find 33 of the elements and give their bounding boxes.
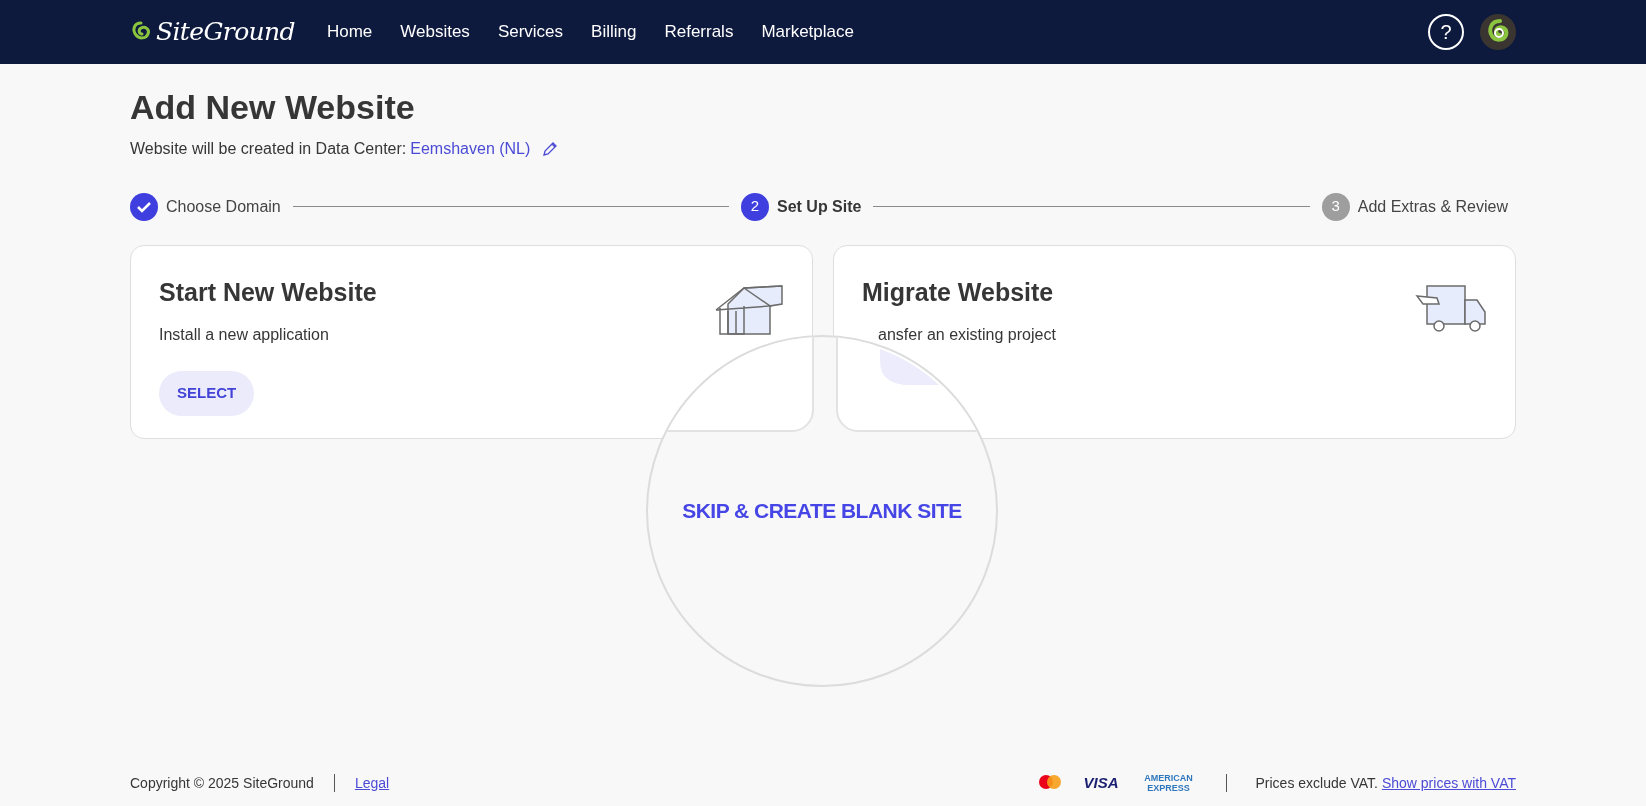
step-label: Choose Domain xyxy=(166,196,281,217)
card-description: ansfer an existing project xyxy=(878,325,1056,345)
mastercard-icon xyxy=(1037,774,1064,792)
nav-link[interactable]: Websites xyxy=(400,19,470,45)
step-label: Add Extras & Review xyxy=(1357,196,1508,217)
button-background xyxy=(880,349,939,385)
amex-logo: AMERICAN EXPRESS xyxy=(1143,773,1194,793)
nav-link[interactable]: Marketplace xyxy=(761,19,854,45)
visa-logo: VISA xyxy=(1083,772,1119,793)
help-button[interactable]: ? xyxy=(1428,14,1464,50)
select-button[interactable]: SELECT xyxy=(159,371,255,416)
avatar-icon[interactable] xyxy=(1480,14,1516,50)
data-center-label: Website will be created in Data Center: xyxy=(130,138,407,159)
copyright-text: Copyright © 2025 SiteGround xyxy=(130,773,314,793)
nav-link[interactable]: Billing xyxy=(591,19,637,45)
pencil-icon[interactable] xyxy=(542,140,559,157)
card-title: Start New Website xyxy=(159,276,377,308)
step-number: 3 xyxy=(1321,192,1350,221)
nav-link[interactable]: Services xyxy=(497,19,564,45)
house-icon xyxy=(714,283,784,336)
legal-link[interactable]: Legal xyxy=(354,772,390,794)
card-description: Install a new application xyxy=(159,325,330,345)
page-title: Add New Website xyxy=(130,87,416,128)
nav-link[interactable]: Referrals xyxy=(664,19,734,45)
skip-create-blank-site-link[interactable]: SKIP & CREATE BLANK SITE xyxy=(682,495,962,527)
show-vat-link[interactable]: Show prices with VAT xyxy=(1381,772,1516,794)
vat-note: Prices exclude VAT. xyxy=(1255,773,1378,793)
step-label: Set Up Site xyxy=(777,196,862,217)
card-title: Migrate Website xyxy=(862,276,1055,308)
logo-text[interactable]: SiteGround xyxy=(156,13,295,51)
step-number: 2 xyxy=(741,192,769,221)
data-center-link[interactable]: Eemshaven (NL) xyxy=(410,136,531,161)
nav-link[interactable]: Home xyxy=(326,19,373,45)
